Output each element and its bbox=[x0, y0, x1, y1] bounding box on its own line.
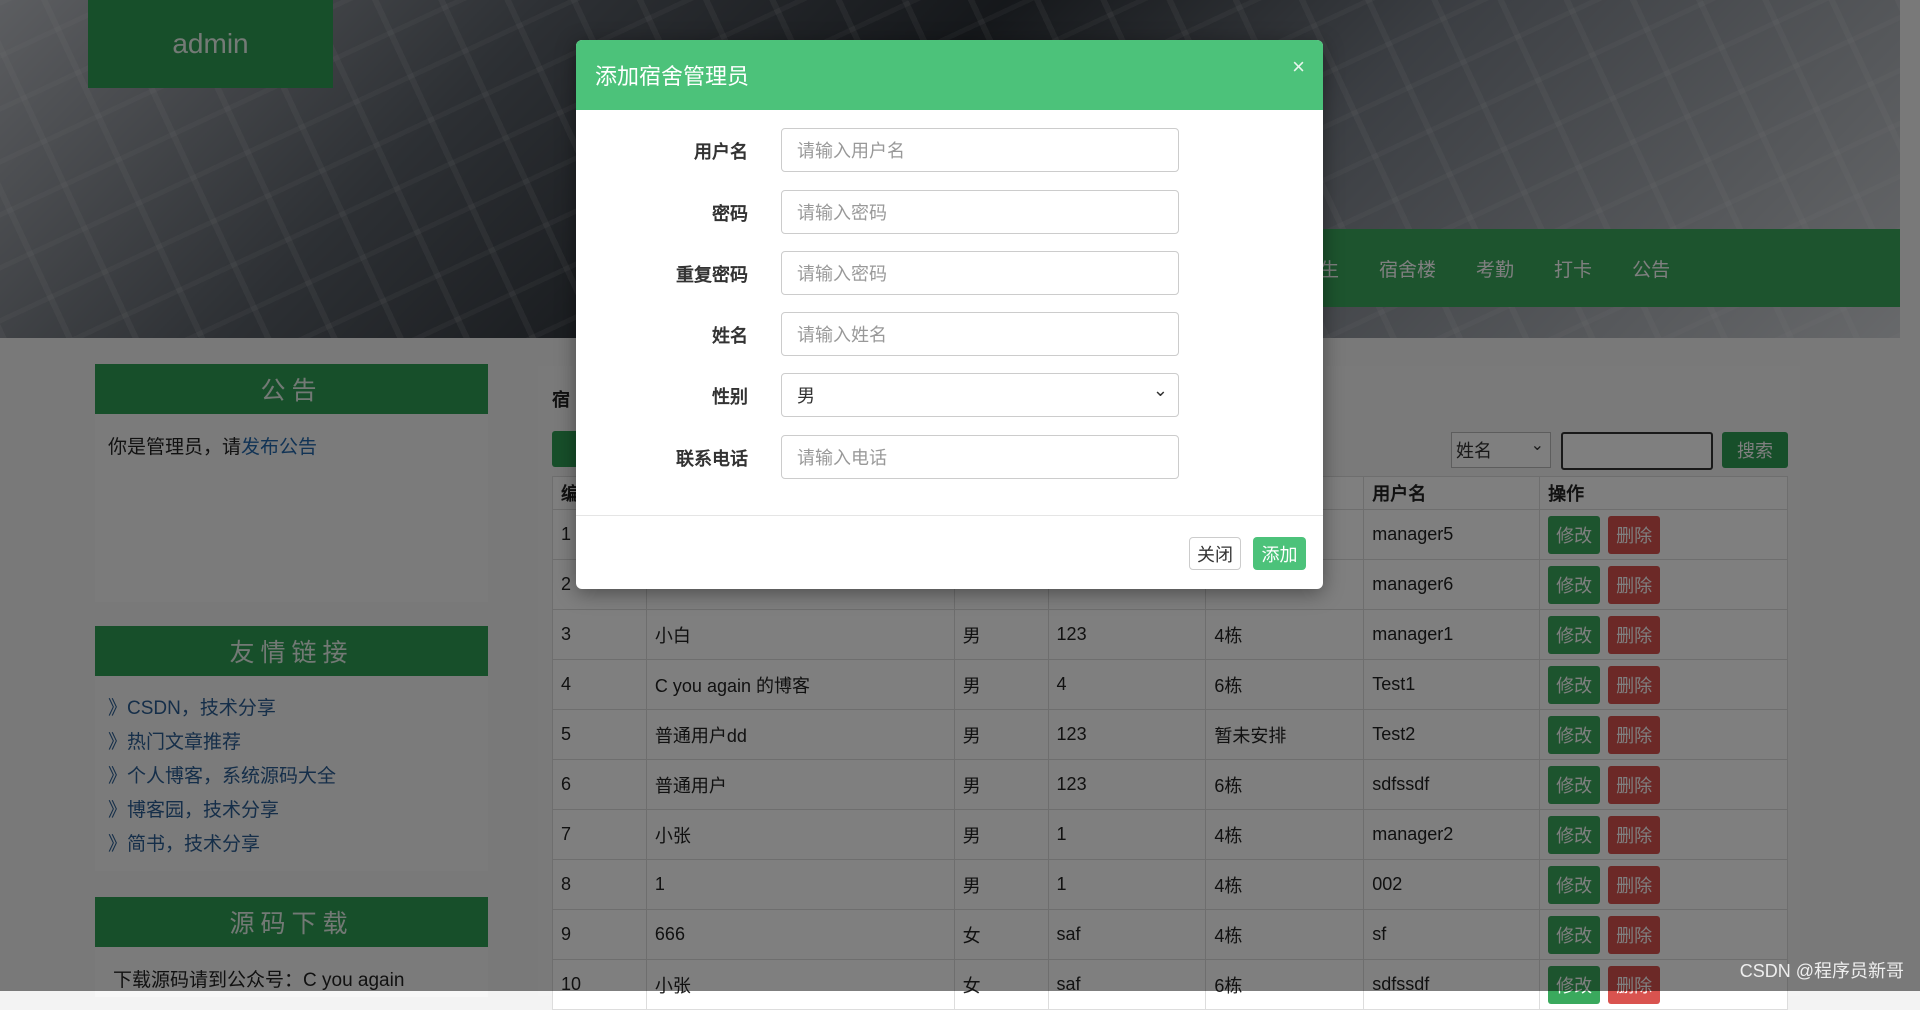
form-row-username: 用户名 请输入用户名 bbox=[576, 128, 1323, 172]
username-label: 用户名 bbox=[694, 142, 748, 162]
modal-title: 添加宿舍管理员 bbox=[595, 64, 750, 89]
form-row-gender: 性别 男 bbox=[576, 373, 1323, 417]
gender-select[interactable]: 男 bbox=[781, 373, 1179, 417]
phone-input[interactable]: 请输入电话 bbox=[781, 435, 1179, 479]
repeat-password-input[interactable]: 请输入密码 bbox=[781, 251, 1179, 295]
modal-header: 添加宿舍管理员 × bbox=[576, 40, 1323, 110]
close-icon[interactable]: × bbox=[1292, 54, 1305, 80]
password-input[interactable]: 请输入密码 bbox=[781, 190, 1179, 234]
watermark: CSDN @程序员新哥 bbox=[1739, 961, 1904, 981]
username-input[interactable]: 请输入用户名 bbox=[781, 128, 1179, 172]
name-input[interactable]: 请输入姓名 bbox=[781, 312, 1179, 356]
modal-footer: 关闭 添加 bbox=[576, 515, 1323, 589]
gender-label: 性别 bbox=[712, 387, 748, 407]
password-label: 密码 bbox=[712, 204, 748, 224]
form-row-phone: 联系电话 请输入电话 bbox=[576, 435, 1323, 479]
phone-label: 联系电话 bbox=[676, 449, 748, 469]
form-row-password: 密码 请输入密码 bbox=[576, 190, 1323, 234]
form-row-name: 姓名 请输入姓名 bbox=[576, 312, 1323, 356]
add-button[interactable]: 添加 bbox=[1253, 537, 1306, 570]
add-manager-modal: 添加宿舍管理员 × 用户名 请输入用户名 密码 请输入密码 重复密码 请输入密码… bbox=[576, 40, 1323, 589]
form-row-repeat-password: 重复密码 请输入密码 bbox=[576, 251, 1323, 295]
repeat-password-label: 重复密码 bbox=[676, 265, 748, 285]
name-label: 姓名 bbox=[712, 326, 748, 346]
close-button[interactable]: 关闭 bbox=[1189, 537, 1241, 570]
